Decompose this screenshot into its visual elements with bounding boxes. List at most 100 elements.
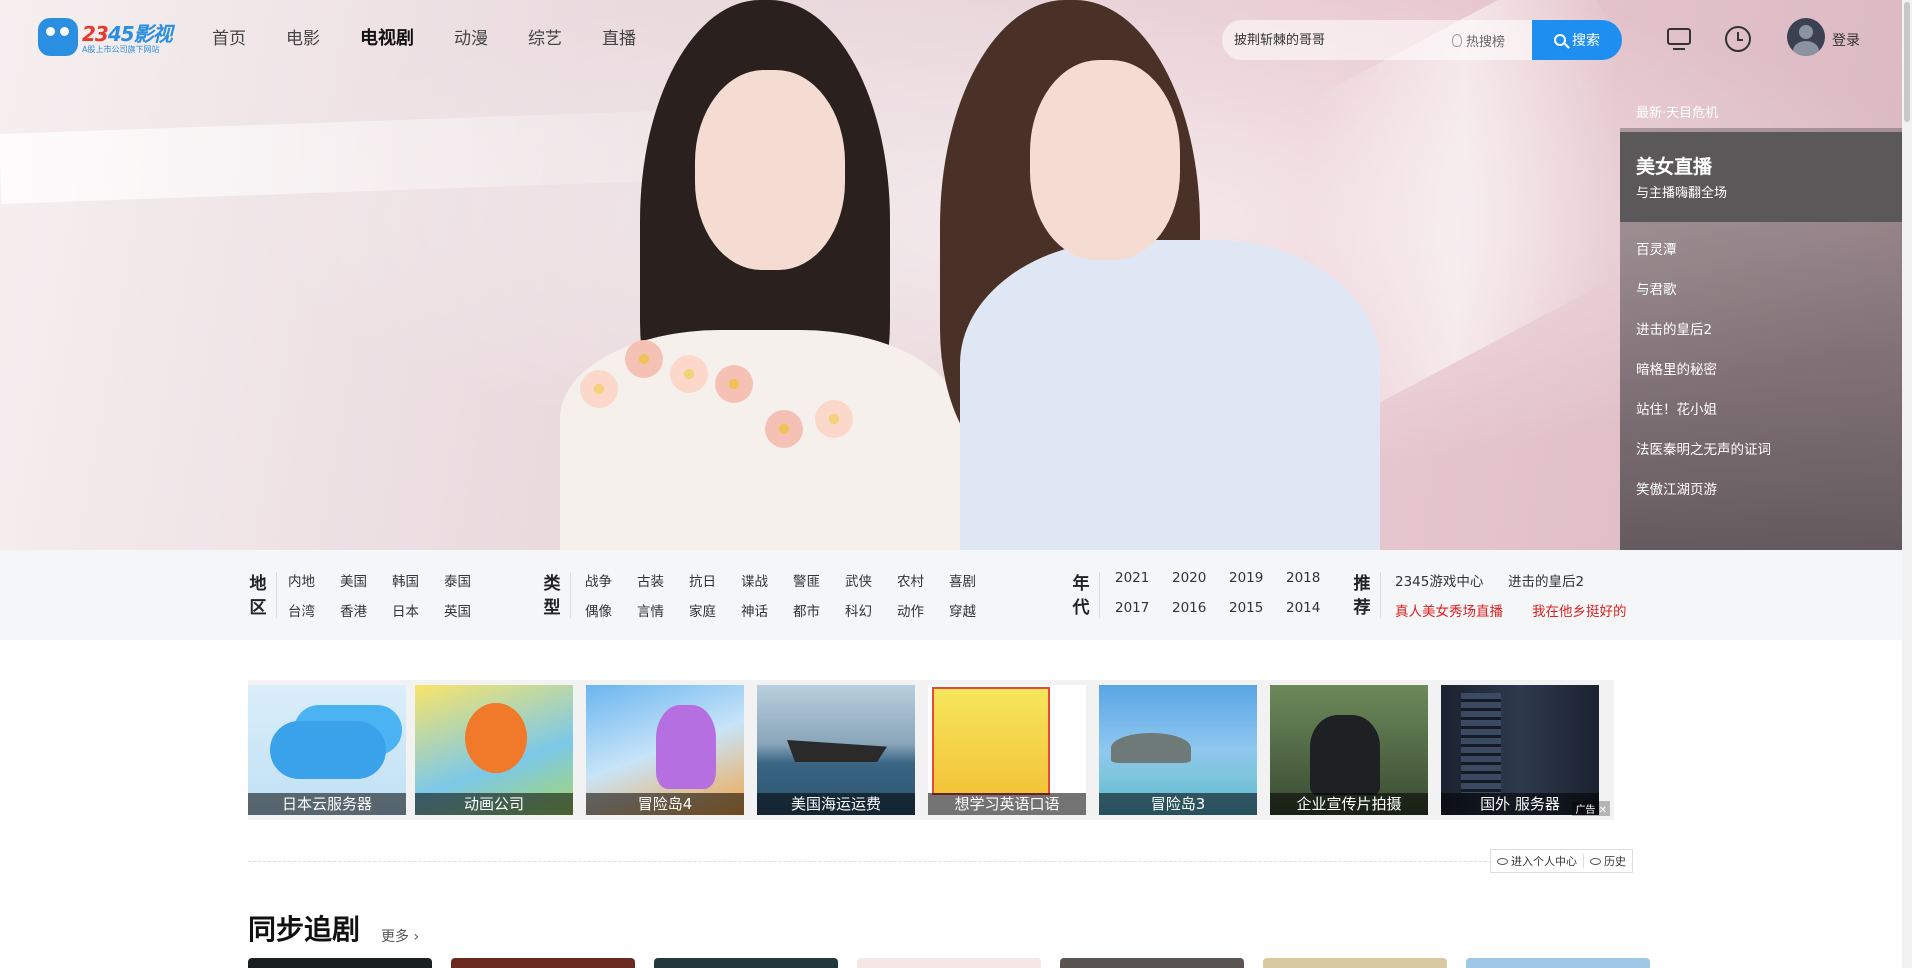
filter-option[interactable]: 2019 bbox=[1229, 570, 1286, 586]
filter-option[interactable]: 2018 bbox=[1286, 570, 1343, 586]
filter-option[interactable]: 2345游戏中心 bbox=[1395, 570, 1508, 590]
filter-row: 2021 2020 2019 2018 bbox=[1115, 570, 1343, 586]
side-item[interactable]: 与君歌 bbox=[1636, 270, 1771, 310]
filter-option[interactable]: 2016 bbox=[1172, 600, 1229, 616]
filter-option[interactable]: 内地 bbox=[288, 570, 340, 590]
eye-icon bbox=[1497, 857, 1508, 865]
ad-mark[interactable]: 广告 ✕ bbox=[1572, 801, 1610, 816]
nav-home[interactable]: 首页 bbox=[212, 28, 246, 50]
cloud-icon bbox=[270, 721, 386, 779]
ad-card[interactable]: 日本云服务器 bbox=[248, 685, 406, 815]
logo-text: 2345影视 bbox=[82, 22, 173, 46]
side-item[interactable]: 百灵潭 bbox=[1636, 230, 1771, 270]
filter-option[interactable]: 喜剧 bbox=[949, 570, 1001, 590]
nav-variety[interactable]: 综艺 bbox=[528, 28, 562, 50]
filter-option[interactable]: 2017 bbox=[1115, 600, 1172, 616]
filter-option[interactable]: 警匪 bbox=[793, 570, 845, 590]
filter-option[interactable]: 日本 bbox=[392, 600, 444, 620]
ad-card[interactable]: 国外 服务器 bbox=[1441, 685, 1599, 815]
side-item[interactable]: 暗格里的秘密 bbox=[1636, 350, 1771, 390]
filter-option[interactable]: 2021 bbox=[1115, 570, 1172, 586]
filter-option[interactable]: 2020 bbox=[1172, 570, 1229, 586]
section-title: 同步追剧 bbox=[248, 913, 361, 946]
login-link[interactable]: 登录 bbox=[1832, 30, 1860, 50]
camera-crew-image bbox=[1310, 715, 1380, 795]
ad-card[interactable]: 动画公司 bbox=[415, 685, 573, 815]
filter-option[interactable]: 神话 bbox=[741, 600, 793, 620]
filter-option[interactable]: 进击的皇后2 bbox=[1508, 570, 1621, 590]
ad-card[interactable]: 美国海运运费 bbox=[757, 685, 915, 815]
history-clock-icon[interactable] bbox=[1725, 26, 1751, 52]
filter-option[interactable]: 偶像 bbox=[585, 600, 637, 620]
scrollbar-thumb[interactable] bbox=[1904, 2, 1910, 122]
filter-option[interactable]: 家庭 bbox=[689, 600, 741, 620]
filter-option[interactable]: 韩国 bbox=[392, 570, 444, 590]
user-center-button[interactable]: 进入个人中心 bbox=[1491, 853, 1583, 869]
ad-card[interactable]: 冒险岛4 bbox=[586, 685, 744, 815]
video-thumbnail[interactable] bbox=[857, 958, 1041, 968]
more-link[interactable]: 更多 › bbox=[381, 926, 419, 946]
avatar[interactable] bbox=[1787, 18, 1825, 56]
search-button[interactable]: 搜索 bbox=[1532, 20, 1622, 60]
history-button[interactable]: 历史 bbox=[1584, 853, 1632, 869]
video-thumbnail[interactable] bbox=[1263, 958, 1447, 968]
filter-option[interactable]: 科幻 bbox=[845, 600, 897, 620]
filter-row: 战争 古装 抗日 谍战 警匪 武侠 农村 喜剧 bbox=[585, 570, 1001, 590]
nav-tv-series[interactable]: 电视剧 bbox=[360, 28, 414, 50]
filter-option[interactable]: 古装 bbox=[637, 570, 689, 590]
video-thumbnail[interactable] bbox=[1060, 958, 1244, 968]
nav-movies[interactable]: 电影 bbox=[286, 28, 320, 50]
filter-option[interactable]: 真人美女秀场直播 bbox=[1395, 600, 1532, 620]
filter-option[interactable]: 美国 bbox=[340, 570, 392, 590]
search-box: 热搜榜 搜索 bbox=[1222, 20, 1622, 60]
side-item[interactable]: 站住！花小姐 bbox=[1636, 390, 1771, 430]
flower bbox=[625, 340, 663, 378]
filter-title: 推荐 bbox=[1353, 574, 1371, 618]
side-item[interactable]: 最新·天目危机 bbox=[1636, 102, 1718, 121]
filter-title: 年代 bbox=[1072, 574, 1090, 618]
filter-option[interactable]: 农村 bbox=[897, 570, 949, 590]
side-item[interactable]: 笑傲江湖页游 bbox=[1636, 470, 1771, 510]
nav-live[interactable]: 直播 bbox=[602, 28, 636, 50]
scrollbar[interactable] bbox=[1902, 0, 1912, 968]
filter-option[interactable]: 香港 bbox=[340, 600, 392, 620]
filter-option[interactable]: 英国 bbox=[444, 600, 496, 620]
filter-option[interactable]: 抗日 bbox=[689, 570, 741, 590]
nav-anime[interactable]: 动漫 bbox=[454, 28, 488, 50]
video-thumbnail[interactable] bbox=[451, 958, 635, 968]
filter-option[interactable]: 2014 bbox=[1286, 600, 1343, 616]
filter-option[interactable]: 台湾 bbox=[288, 600, 340, 620]
filter-row: 偶像 言情 家庭 神话 都市 科幻 动作 穿越 bbox=[585, 600, 1001, 620]
island-image bbox=[1111, 733, 1191, 763]
video-thumbnail[interactable] bbox=[654, 958, 838, 968]
filter-option[interactable]: 武侠 bbox=[845, 570, 897, 590]
filter-option[interactable]: 泰国 bbox=[444, 570, 496, 590]
filter-option[interactable]: 穿越 bbox=[949, 600, 1001, 620]
filter-option[interactable]: 谍战 bbox=[741, 570, 793, 590]
hot-search-link[interactable]: 热搜榜 bbox=[1452, 31, 1505, 50]
tv-icon[interactable] bbox=[1666, 26, 1692, 52]
hero-person-left bbox=[560, 0, 980, 550]
ad-card[interactable]: 企业宣传片拍摄 bbox=[1270, 685, 1428, 815]
filter-option[interactable]: 我在他乡挺好的 bbox=[1532, 600, 1669, 620]
eye-icon bbox=[1590, 857, 1601, 865]
filter-option[interactable]: 动作 bbox=[897, 600, 949, 620]
filter-option[interactable]: 2015 bbox=[1229, 600, 1286, 616]
site-logo[interactable]: 2345影视 A股上市公司旗下网站 bbox=[38, 16, 188, 60]
logo-subtitle: A股上市公司旗下网站 bbox=[82, 45, 160, 54]
flower bbox=[670, 355, 708, 393]
video-thumbnail[interactable] bbox=[1466, 958, 1650, 968]
hero-person-right bbox=[920, 0, 1390, 550]
search-input[interactable] bbox=[1234, 20, 1444, 60]
ad-card[interactable]: 想学习英语口语 bbox=[928, 685, 1086, 815]
filter-option[interactable]: 都市 bbox=[793, 600, 845, 620]
side-item-active[interactable]: 美女直播 与主播嗨翻全场 bbox=[1620, 132, 1902, 222]
side-item[interactable]: 法医秦明之无声的证词 bbox=[1636, 430, 1771, 470]
logo-mascot-icon bbox=[38, 18, 78, 56]
side-item[interactable]: 进击的皇后2 bbox=[1636, 310, 1771, 350]
filter-option[interactable]: 言情 bbox=[637, 600, 689, 620]
video-thumbnail[interactable] bbox=[248, 958, 432, 968]
ad-card[interactable]: 冒险岛3 bbox=[1099, 685, 1257, 815]
filter-title: 地区 bbox=[249, 574, 267, 618]
filter-option[interactable]: 战争 bbox=[585, 570, 637, 590]
